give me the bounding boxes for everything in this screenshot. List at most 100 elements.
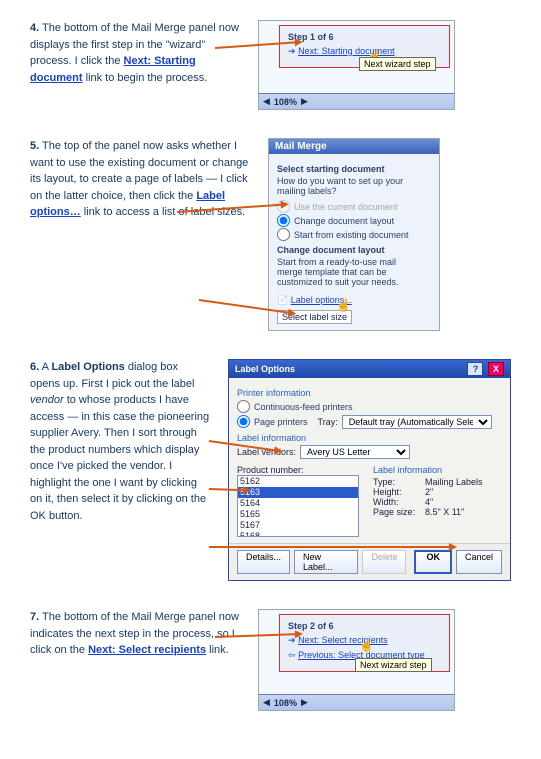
product-item[interactable]: 5162 bbox=[238, 476, 358, 487]
delete-button: Delete bbox=[362, 550, 406, 574]
dialog-title-text: Label Options bbox=[235, 364, 295, 374]
label-info-heading: Label information bbox=[373, 465, 483, 475]
opt-use-current-label: Use the current document bbox=[294, 202, 398, 212]
radio-continuous[interactable] bbox=[237, 400, 250, 413]
step-5: 5. The top of the panel now asks whether… bbox=[30, 138, 511, 331]
help-button[interactable]: ? bbox=[467, 362, 483, 376]
s6-bold: Label Options bbox=[51, 361, 124, 373]
height-val: 2" bbox=[425, 487, 433, 497]
screenshot-step-5: Mail Merge Select starting document How … bbox=[268, 138, 440, 331]
close-button[interactable]: X bbox=[488, 362, 504, 376]
tray-select[interactable]: Default tray (Automatically Select) bbox=[342, 415, 492, 429]
change-layout-heading: Change document layout bbox=[277, 245, 431, 255]
arrow-icon: ➔ bbox=[288, 46, 296, 56]
step-6-text: 6. A Label Options dialog box opens up. … bbox=[30, 359, 210, 524]
details-button[interactable]: Details... bbox=[237, 550, 290, 574]
height-lbl: Height: bbox=[373, 487, 425, 497]
step-number: 7. bbox=[30, 611, 39, 623]
label-options-dialog: Label Options ? X Printer information Co… bbox=[228, 359, 511, 581]
opt-use-current[interactable]: Use the current document bbox=[277, 200, 431, 213]
zoom-in-icon[interactable]: ▶ bbox=[301, 697, 308, 708]
starting-doc-question: How do you want to set up your mailing l… bbox=[277, 176, 431, 196]
zoom-out-icon[interactable]: ◀ bbox=[263, 96, 270, 107]
product-item[interactable]: 5164 bbox=[238, 498, 358, 509]
change-layout-blurb: Start from a ready-to-use mail merge tem… bbox=[277, 257, 417, 287]
taskpane-title: Mail Merge bbox=[269, 139, 439, 154]
opt-continuous-label: Continuous-feed printers bbox=[254, 402, 353, 412]
wizard-step-title: Step 1 of 6 bbox=[288, 32, 441, 42]
label-info-group: Label information bbox=[237, 433, 502, 443]
step-4: 4. The bottom of the Mail Merge panel no… bbox=[30, 20, 511, 110]
step-body-after: link. bbox=[209, 644, 229, 656]
screenshot-step-7: Step 2 of 6 ➔ Next: Select recipients ☝ … bbox=[258, 609, 455, 711]
opt-start-existing[interactable]: Start from existing document bbox=[277, 228, 431, 241]
opt-change-layout[interactable]: Change document layout bbox=[277, 214, 431, 227]
opt-page-label: Page printers bbox=[254, 417, 308, 427]
step-body-after: link to begin the process. bbox=[86, 72, 208, 84]
product-item[interactable]: 5165 bbox=[238, 509, 358, 520]
zoom-bar: ◀ 108% ▶ bbox=[259, 93, 454, 109]
product-item[interactable]: 5168 bbox=[238, 531, 358, 537]
type-lbl: Type: bbox=[373, 477, 425, 487]
type-val: Mailing Labels bbox=[425, 477, 483, 487]
step-7-text: 7. The bottom of the Mail Merge panel no… bbox=[30, 609, 240, 659]
select-starting-document-heading: Select starting document bbox=[277, 164, 431, 174]
s6a: A bbox=[42, 361, 52, 373]
opt-start-existing-label: Start from existing document bbox=[294, 230, 409, 240]
wizard-pane: Step 2 of 6 ➔ Next: Select recipients ☝ … bbox=[279, 614, 450, 672]
label-info-col: Label information Type:Mailing Labels He… bbox=[373, 465, 483, 537]
tray-label: Tray: bbox=[318, 417, 338, 427]
new-label-button[interactable]: New Label... bbox=[294, 550, 358, 574]
zoom-percent: 108% bbox=[274, 698, 297, 708]
wizard-next-link[interactable]: Next: Select recipients bbox=[298, 635, 388, 645]
callout-arrow-ok bbox=[209, 546, 455, 548]
step-number: 5. bbox=[30, 140, 39, 152]
zoom-percent: 108% bbox=[274, 97, 297, 107]
screenshot-step-4: Step 1 of 6 ➔ Next: Starting document ☝ … bbox=[258, 20, 455, 110]
step-number: 4. bbox=[30, 22, 39, 34]
dialog-titlebar: Label Options ? X bbox=[229, 360, 510, 378]
radio-start-existing[interactable] bbox=[277, 228, 290, 241]
pagesize-lbl: Page size: bbox=[373, 507, 425, 517]
step-4-text: 4. The bottom of the Mail Merge panel no… bbox=[30, 20, 240, 86]
width-lbl: Width: bbox=[373, 497, 425, 507]
cursor-hand-icon: ☝ bbox=[336, 298, 351, 312]
taskpane-title-text: Mail Merge bbox=[275, 141, 327, 152]
wizard-step-title: Step 2 of 6 bbox=[288, 621, 441, 631]
product-number-list[interactable]: 516251635164516551675168 bbox=[237, 475, 359, 537]
next-select-recipients-link[interactable]: Next: Select recipients bbox=[88, 644, 206, 656]
opt-continuous-feed[interactable]: Continuous-feed printers bbox=[237, 400, 502, 413]
opt-page-printers[interactable]: Page printers bbox=[237, 415, 308, 428]
product-number-label: Product number: bbox=[237, 465, 359, 475]
cursor-hand-icon: ☝ bbox=[359, 638, 374, 652]
step-7: 7. The bottom of the Mail Merge panel no… bbox=[30, 609, 511, 711]
printer-info-group: Printer information bbox=[237, 388, 502, 398]
zoom-bar: ◀ 108% ▶ bbox=[259, 694, 454, 710]
zoom-in-icon[interactable]: ▶ bbox=[301, 96, 308, 107]
ok-button[interactable]: OK bbox=[414, 550, 452, 574]
wizard-pane: Step 1 of 6 ➔ Next: Starting document ☝ … bbox=[279, 25, 450, 68]
width-val: 4" bbox=[425, 497, 433, 507]
tooltip-next-step: Next wizard step bbox=[355, 658, 432, 672]
tooltip-next-step: Next wizard step bbox=[359, 57, 436, 71]
vendor-select[interactable]: Avery US Letter bbox=[300, 445, 410, 459]
dialog-button-row: Details... New Label... Delete OK Cancel bbox=[229, 543, 510, 580]
product-item[interactable]: 5167 bbox=[238, 520, 358, 531]
opt-change-layout-label: Change document layout bbox=[294, 216, 394, 226]
doc-icon: 📄 bbox=[277, 295, 288, 305]
prev-arrow-icon: ⇦ bbox=[288, 650, 296, 660]
zoom-out-icon[interactable]: ◀ bbox=[263, 697, 270, 708]
radio-change-layout[interactable] bbox=[277, 214, 290, 227]
step-number: 6. bbox=[30, 361, 39, 373]
cancel-button[interactable]: Cancel bbox=[456, 550, 502, 574]
s6c: to whose products I have access — in thi… bbox=[30, 394, 209, 522]
radio-page-printers[interactable] bbox=[237, 415, 250, 428]
step-6: 6. A Label Options dialog box opens up. … bbox=[30, 359, 511, 581]
product-number-col: Product number: 516251635164516551675168 bbox=[237, 465, 359, 537]
taskpane-body: Select starting document How do you want… bbox=[269, 154, 439, 330]
s6-italic: vendor bbox=[30, 394, 64, 406]
dialog-body: Printer information Continuous-feed prin… bbox=[229, 378, 510, 543]
pagesize-val: 8.5" X 11" bbox=[425, 507, 464, 517]
window-controls: ? X bbox=[465, 362, 504, 376]
product-item[interactable]: 5163 bbox=[238, 487, 358, 498]
